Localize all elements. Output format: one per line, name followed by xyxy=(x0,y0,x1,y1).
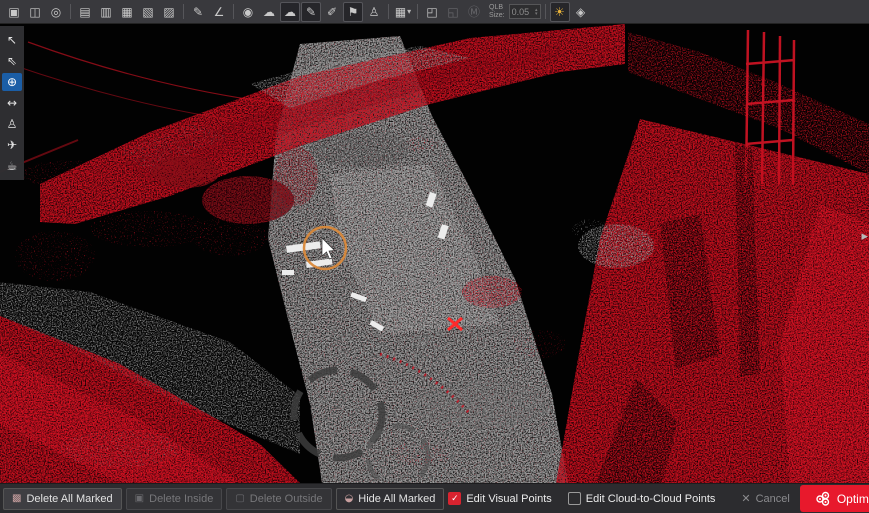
select-tool[interactable]: ↖ xyxy=(2,31,22,49)
delete-all-marked-icon: ▩ xyxy=(12,493,21,504)
chevron-down-icon: ▾ xyxy=(407,7,411,16)
bundle-icon xyxy=(815,491,830,506)
spinner-arrows-icon[interactable]: ▴▾ xyxy=(535,8,538,16)
edit-visual-points-label: Edit Visual Points xyxy=(466,493,551,505)
toolbar-separator xyxy=(233,4,234,19)
delete-all-marked-button[interactable]: ▩ Delete All Marked xyxy=(3,488,122,510)
delete-outside-button[interactable]: ▢ Delete Outside xyxy=(226,488,331,510)
top-toolbar: ▣ ◫ ◎ ▤ ▥ ▦ ▧ ▨ ✎ ∠ ◉ ☁ ☁ ✎ ✐ ⚑ ♙ ▦ ▾ ◰ … xyxy=(0,0,869,24)
cloud-download-icon[interactable]: ☁ xyxy=(259,2,279,22)
fly-navigate-tool[interactable]: ✈ xyxy=(2,136,22,154)
measure-angle-icon[interactable]: ∠ xyxy=(209,2,229,22)
qlb-box-icon[interactable]: ◱ xyxy=(443,2,463,22)
draw-polyline-icon[interactable]: ✎ xyxy=(188,2,208,22)
viewport xyxy=(0,24,869,483)
hide-all-marked-label: Hide All Marked xyxy=(358,493,435,505)
optimize-bundle-button[interactable]: Optimize Bundle xyxy=(800,485,869,512)
image-view-icon[interactable]: ▧ xyxy=(138,2,158,22)
cloud-points-icon[interactable]: ☁ xyxy=(280,2,300,22)
qlb-size-label: QLB Size: xyxy=(489,4,505,19)
checkbox-unchecked-icon[interactable] xyxy=(568,492,581,505)
cancel-label: Cancel xyxy=(756,493,790,505)
magnify-region-icon[interactable]: ◎ xyxy=(46,2,66,22)
box-3d-icon[interactable]: ◰ xyxy=(422,2,442,22)
qlb-size-input[interactable]: 0.05 ▴▾ xyxy=(509,4,541,19)
close-icon: ✕ xyxy=(741,492,750,505)
delete-inside-icon: ▣ xyxy=(135,493,144,504)
toolbar-separator xyxy=(183,4,184,19)
toolbar-separator xyxy=(70,4,71,19)
delete-outside-icon: ▢ xyxy=(235,493,244,504)
layout-icon: ▦ xyxy=(395,5,406,19)
left-toolbar: ↖ ⇖ ⊕ ↔ ♙ ✈ ☕ xyxy=(0,26,24,180)
cancel-button[interactable]: ✕ Cancel xyxy=(741,492,789,505)
select-points-tool[interactable]: ⇖ xyxy=(2,52,22,70)
point-cloud-canvas[interactable] xyxy=(0,24,869,483)
delete-outside-label: Delete Outside xyxy=(250,493,323,505)
delete-inside-label: Delete Inside xyxy=(149,493,213,505)
stereo-view-icon[interactable]: ◫ xyxy=(25,2,45,22)
toolbar-separator xyxy=(388,4,389,19)
person-view-tool[interactable]: ♙ xyxy=(2,115,22,133)
optimize-bundle-label: Optimize Bundle xyxy=(837,492,869,506)
expand-panel-icon[interactable]: ▸ xyxy=(861,229,868,244)
edit-points-icon[interactable]: ✎ xyxy=(301,2,321,22)
edit-cloud-to-cloud-label: Edit Cloud-to-Cloud Points xyxy=(586,493,716,505)
hide-all-marked-button[interactable]: ◒ Hide All Marked xyxy=(336,488,445,510)
brush-icon[interactable]: ✐ xyxy=(322,2,342,22)
location-pin-icon[interactable]: ⚑ xyxy=(343,2,363,22)
photo-icon[interactable]: ▤ xyxy=(75,2,95,22)
delete-all-marked-label: Delete All Marked xyxy=(26,493,112,505)
toolbar-separator xyxy=(417,4,418,19)
hide-all-marked-icon: ◒ xyxy=(345,493,354,504)
edit-cloud-to-cloud-checkbox[interactable]: Edit Cloud-to-Cloud Points xyxy=(568,492,716,505)
split-view-icon[interactable]: ▥ xyxy=(96,2,116,22)
toolbar-separator xyxy=(545,4,546,19)
measure-width-tool[interactable]: ↔ xyxy=(2,94,22,112)
erase-tool[interactable]: ☕ xyxy=(2,157,22,175)
layout-dropdown[interactable]: ▦ ▾ xyxy=(393,2,413,22)
screenshot-icon[interactable]: ▣ xyxy=(4,2,24,22)
misc-tool-icon[interactable]: ◈ xyxy=(571,2,591,22)
bottom-toolbar: ▩ Delete All Marked ▣ Delete Inside ▢ De… xyxy=(0,483,869,513)
film-view-icon[interactable]: ▨ xyxy=(159,2,179,22)
edit-visual-points-checkbox[interactable]: ✓ Edit Visual Points xyxy=(448,492,551,505)
grid-view-icon[interactable]: ▦ xyxy=(117,2,137,22)
checkbox-checked-icon[interactable]: ✓ xyxy=(448,492,461,505)
qlb-m-icon[interactable]: Ⓜ xyxy=(464,2,484,22)
qlb-size-value: 0.05 xyxy=(512,7,530,17)
visibility-icon[interactable]: ◉ xyxy=(238,2,258,22)
spotlight-icon[interactable]: ☀ xyxy=(550,2,570,22)
pan-orbit-tool[interactable]: ⊕ xyxy=(2,73,22,91)
delete-inside-button[interactable]: ▣ Delete Inside xyxy=(126,488,223,510)
person-pin-icon[interactable]: ♙ xyxy=(364,2,384,22)
